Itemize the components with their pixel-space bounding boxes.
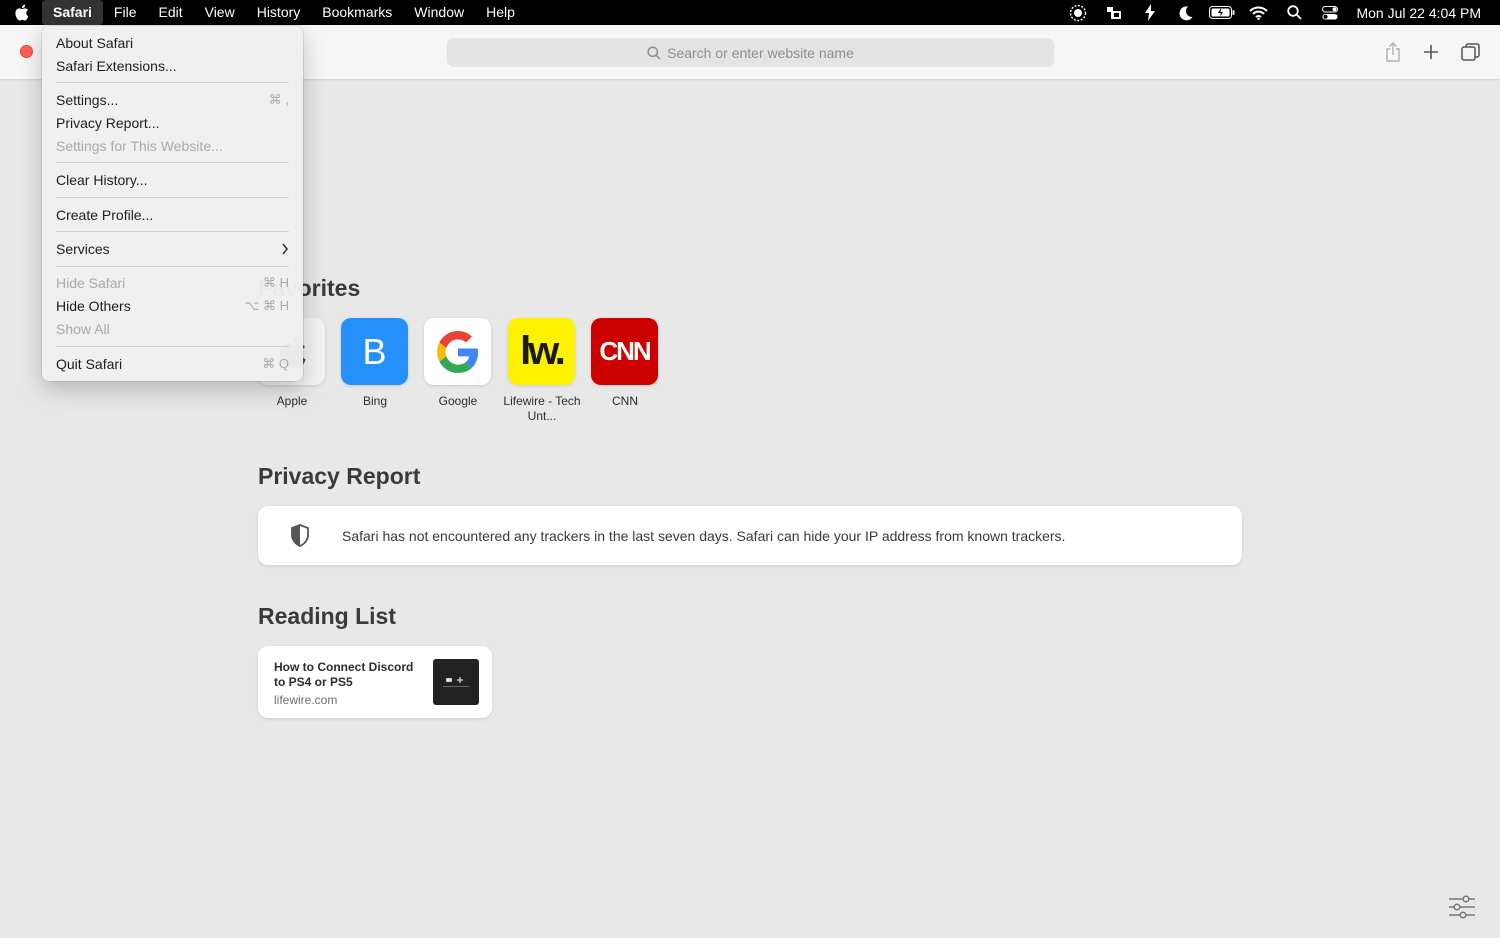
- article-thumbnail: [433, 659, 479, 705]
- menu-item-create-profile[interactable]: Create Profile...: [56, 204, 289, 226]
- favorite-label: Apple: [276, 394, 308, 408]
- menu-view[interactable]: View: [194, 0, 246, 25]
- menu-item-settings[interactable]: Settings... ⌘ ,: [56, 89, 289, 111]
- address-bar[interactable]: Search or enter website name: [447, 38, 1054, 67]
- tab-overview-icon: [1460, 43, 1480, 61]
- reading-list-item[interactable]: How to Connect Discord to PS4 or PS5 lif…: [258, 646, 492, 718]
- menu-safari[interactable]: Safari: [42, 0, 103, 25]
- menu-item-services[interactable]: Services: [56, 238, 289, 260]
- menu-item-clear-history[interactable]: Clear History...: [56, 169, 289, 191]
- favorite-label: Bing: [362, 394, 388, 408]
- menu-item-quit-safari[interactable]: Quit Safari ⌘ Q: [56, 353, 289, 375]
- cnn-logo-icon: CNN: [591, 318, 658, 385]
- menu-edit[interactable]: Edit: [147, 0, 193, 25]
- favorite-label: Google: [438, 394, 478, 408]
- menu-separator: [56, 197, 289, 198]
- hide-safari-shortcut: ⌘ H: [263, 275, 289, 290]
- menu-file[interactable]: File: [103, 0, 148, 25]
- lifewire-logo-icon: lw.: [508, 318, 575, 385]
- search-icon[interactable]: [1276, 0, 1312, 25]
- menu-item-about-safari[interactable]: About Safari: [56, 32, 289, 54]
- menu-separator: [56, 82, 289, 83]
- menu-item-hide-safari: Hide Safari ⌘ H: [56, 272, 289, 294]
- privacy-report-message: Safari has not encountered any trackers …: [342, 527, 1066, 544]
- quit-shortcut: ⌘ Q: [262, 356, 289, 371]
- menu-window[interactable]: Window: [403, 0, 475, 25]
- close-window-button[interactable]: [20, 45, 33, 58]
- menu-bookmarks[interactable]: Bookmarks: [311, 0, 403, 25]
- search-icon: [647, 45, 661, 60]
- control-center-icon[interactable]: [1312, 0, 1348, 25]
- menu-separator: [56, 346, 289, 347]
- privacy-report-title: Privacy Report: [258, 463, 421, 489]
- stage-manager-icon[interactable]: [1096, 0, 1132, 25]
- google-logo-icon: [424, 318, 491, 385]
- reading-list-item-domain: lifewire.com: [274, 693, 338, 707]
- menu-separator: [56, 266, 289, 267]
- menu-item-safari-extensions[interactable]: Safari Extensions...: [56, 55, 289, 77]
- share-button[interactable]: [1380, 39, 1406, 65]
- favorite-label: Lifewire - Tech Unt...: [503, 394, 581, 423]
- address-bar-placeholder: Search or enter website name: [667, 44, 854, 61]
- reading-list-item-title: How to Connect Discord to PS4 or PS5: [274, 660, 414, 689]
- favorite-google[interactable]: Google: [424, 318, 492, 409]
- menu-bar: Safari File Edit View History Bookmarks …: [0, 0, 1500, 25]
- menu-item-hide-others[interactable]: Hide Others ⌥ ⌘ H: [56, 295, 289, 317]
- share-icon: [1386, 42, 1400, 62]
- sliders-icon: [1449, 895, 1475, 919]
- reading-list-title: Reading List: [258, 603, 397, 629]
- chevron-right-icon: [281, 238, 289, 266]
- favorite-cnn[interactable]: CNN CNN: [591, 318, 659, 409]
- moon-icon[interactable]: [1168, 0, 1204, 25]
- settings-shortcut: ⌘ ,: [268, 92, 289, 107]
- menu-bar-clock[interactable]: Mon Jul 22 4:04 PM: [1348, 5, 1500, 21]
- menu-help[interactable]: Help: [475, 0, 526, 25]
- menu-separator: [56, 231, 289, 232]
- shield-icon: [258, 524, 342, 547]
- customize-start-page-button[interactable]: [1448, 894, 1476, 920]
- hide-others-shortcut: ⌥ ⌘ H: [244, 298, 289, 313]
- menu-separator: [56, 162, 289, 163]
- menu-history[interactable]: History: [246, 0, 312, 25]
- battery-icon[interactable]: [1204, 0, 1240, 25]
- new-tab-button[interactable]: [1418, 39, 1444, 65]
- menu-item-settings-for-website: Settings for This Website...: [56, 138, 223, 154]
- menu-item-privacy-report[interactable]: Privacy Report...: [56, 112, 289, 134]
- plus-icon: [1424, 45, 1438, 59]
- apple-menu-icon[interactable]: [0, 4, 42, 21]
- favorite-bing[interactable]: B Bing: [341, 318, 409, 409]
- safari-menu-dropdown: About Safari Safari Extensions... Settin…: [42, 26, 303, 381]
- bolt-icon[interactable]: [1132, 0, 1168, 25]
- bing-logo-icon: B: [341, 318, 408, 385]
- menu-item-show-all: Show All: [56, 321, 110, 337]
- favorite-lifewire[interactable]: lw. Lifewire - Tech Unt...: [503, 318, 581, 424]
- wifi-icon[interactable]: [1240, 0, 1276, 25]
- tab-overview-button[interactable]: [1457, 39, 1483, 65]
- favorite-label: CNN: [612, 394, 638, 408]
- screen-record-icon[interactable]: [1060, 0, 1096, 25]
- privacy-report-card[interactable]: Safari has not encountered any trackers …: [258, 506, 1242, 565]
